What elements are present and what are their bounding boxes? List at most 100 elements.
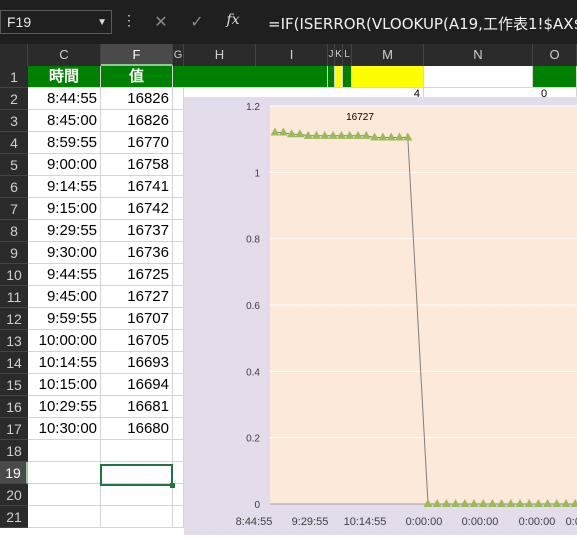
- cell-value[interactable]: 16694: [101, 374, 173, 396]
- cell-time[interactable]: 10:15:00: [28, 374, 101, 396]
- cell-g[interactable]: [173, 330, 184, 352]
- cell-time[interactable]: 9:59:55: [28, 308, 101, 330]
- row-header-16[interactable]: 16: [0, 396, 28, 418]
- cell-value[interactable]: 16693: [101, 352, 173, 374]
- cell-time[interactable]: 8:45:00: [28, 110, 101, 132]
- row-header-6[interactable]: 6: [0, 176, 28, 198]
- cell-g[interactable]: [173, 506, 184, 528]
- cell-g[interactable]: [173, 132, 184, 154]
- cell-g[interactable]: [173, 110, 184, 132]
- column-header-l[interactable]: L: [343, 44, 352, 66]
- cell-g[interactable]: [173, 176, 184, 198]
- column-header-c[interactable]: C: [28, 44, 101, 66]
- insert-function-icon[interactable]: fx: [222, 12, 244, 32]
- row-header-4[interactable]: 4: [0, 132, 28, 154]
- cell-o1[interactable]: [533, 66, 577, 88]
- cell-n1[interactable]: [424, 66, 533, 88]
- header-fill-j[interactable]: [328, 66, 335, 88]
- empty-cell[interactable]: [101, 484, 173, 506]
- cell-m1[interactable]: [352, 66, 424, 88]
- cell-l1[interactable]: [343, 66, 352, 88]
- row-header-21[interactable]: 21: [0, 506, 28, 528]
- cell-g[interactable]: [173, 198, 184, 220]
- cell-value[interactable]: 16707: [101, 308, 173, 330]
- cell-value[interactable]: 16680: [101, 418, 173, 440]
- row-header-1[interactable]: 1: [0, 66, 28, 88]
- empty-cell[interactable]: [28, 462, 101, 484]
- cell-g[interactable]: [173, 154, 184, 176]
- cell-value[interactable]: 16727: [101, 286, 173, 308]
- row-header-19[interactable]: 19: [0, 462, 28, 484]
- row-header-14[interactable]: 14: [0, 352, 28, 374]
- row-header-13[interactable]: 13: [0, 330, 28, 352]
- cell-time[interactable]: 8:59:55: [28, 132, 101, 154]
- cell-time[interactable]: 9:29:55: [28, 220, 101, 242]
- column-header-h[interactable]: H: [184, 44, 256, 66]
- more-options-icon[interactable]: ⋮: [122, 12, 136, 29]
- row-header-2[interactable]: 2: [0, 88, 28, 110]
- row-header-15[interactable]: 15: [0, 374, 28, 396]
- empty-cell[interactable]: [101, 440, 173, 462]
- row-header-20[interactable]: 20: [0, 484, 28, 506]
- cell-time[interactable]: 9:30:00: [28, 242, 101, 264]
- cell-value[interactable]: 16681: [101, 396, 173, 418]
- empty-cell[interactable]: [101, 506, 173, 528]
- column-header-o[interactable]: O: [533, 44, 577, 66]
- select-all-corner[interactable]: [0, 44, 28, 66]
- cell-time[interactable]: 8:44:55: [28, 88, 101, 110]
- cell-time[interactable]: 10:14:55: [28, 352, 101, 374]
- cell-time[interactable]: 9:44:55: [28, 264, 101, 286]
- cell-value[interactable]: 16770: [101, 132, 173, 154]
- column-header-k[interactable]: K: [335, 44, 343, 66]
- cell-value[interactable]: 16736: [101, 242, 173, 264]
- row-header-5[interactable]: 5: [0, 154, 28, 176]
- cell-g[interactable]: [173, 308, 184, 330]
- row-header-17[interactable]: 17: [0, 418, 28, 440]
- cell-time[interactable]: 9:45:00: [28, 286, 101, 308]
- column-header-i[interactable]: I: [256, 44, 328, 66]
- column-header-g[interactable]: G: [173, 44, 184, 66]
- empty-cell[interactable]: [28, 506, 101, 528]
- row-header-12[interactable]: 12: [0, 308, 28, 330]
- cell-g[interactable]: [173, 374, 184, 396]
- empty-cell[interactable]: [28, 440, 101, 462]
- name-box[interactable]: F19 ▼: [0, 10, 112, 34]
- line-chart[interactable]: 0 0.2 0.4 0.6 0.8 1 1.2 8:44:55 9:29:55 10:14:55 0…: [184, 97, 577, 535]
- empty-cell[interactable]: [28, 484, 101, 506]
- cell-value[interactable]: 16737: [101, 220, 173, 242]
- cell-g[interactable]: [173, 418, 184, 440]
- cancel-icon[interactable]: ✕: [150, 12, 172, 32]
- cell-time[interactable]: 9:00:00: [28, 154, 101, 176]
- row-header-8[interactable]: 8: [0, 220, 28, 242]
- cell-g[interactable]: [173, 440, 184, 462]
- cell-g[interactable]: [173, 462, 184, 484]
- cell-value[interactable]: 16758: [101, 154, 173, 176]
- chevron-down-icon[interactable]: ▼: [97, 17, 107, 28]
- cell-value[interactable]: 16826: [101, 88, 173, 110]
- cell-g[interactable]: [173, 396, 184, 418]
- cell-time[interactable]: 10:30:00: [28, 418, 101, 440]
- cell-g[interactable]: [173, 264, 184, 286]
- cell-g[interactable]: [173, 352, 184, 374]
- header-time[interactable]: 時間: [28, 66, 101, 88]
- active-cell-f19[interactable]: [100, 464, 175, 488]
- column-header-n[interactable]: N: [424, 44, 533, 66]
- cell-time[interactable]: 9:15:00: [28, 198, 101, 220]
- row-header-7[interactable]: 7: [0, 198, 28, 220]
- cell-time[interactable]: 9:14:55: [28, 176, 101, 198]
- cell-value[interactable]: 16741: [101, 176, 173, 198]
- cell-value[interactable]: 16725: [101, 264, 173, 286]
- cell-g[interactable]: [173, 286, 184, 308]
- header-fill-h-i[interactable]: [173, 66, 328, 88]
- column-header-f[interactable]: F: [101, 44, 173, 66]
- column-header-j[interactable]: J: [328, 44, 335, 66]
- column-header-m[interactable]: M: [352, 44, 424, 66]
- row-header-11[interactable]: 11: [0, 286, 28, 308]
- cell-value[interactable]: 16742: [101, 198, 173, 220]
- row-header-9[interactable]: 9: [0, 242, 28, 264]
- formula-input[interactable]: =IF(ISERROR(VLOOKUP(A19,工作表1!$AX$1: [262, 8, 577, 36]
- cell-time[interactable]: 10:00:00: [28, 330, 101, 352]
- header-value[interactable]: 值: [101, 66, 173, 88]
- cell-value[interactable]: 16826: [101, 110, 173, 132]
- enter-icon[interactable]: ✓: [186, 12, 208, 32]
